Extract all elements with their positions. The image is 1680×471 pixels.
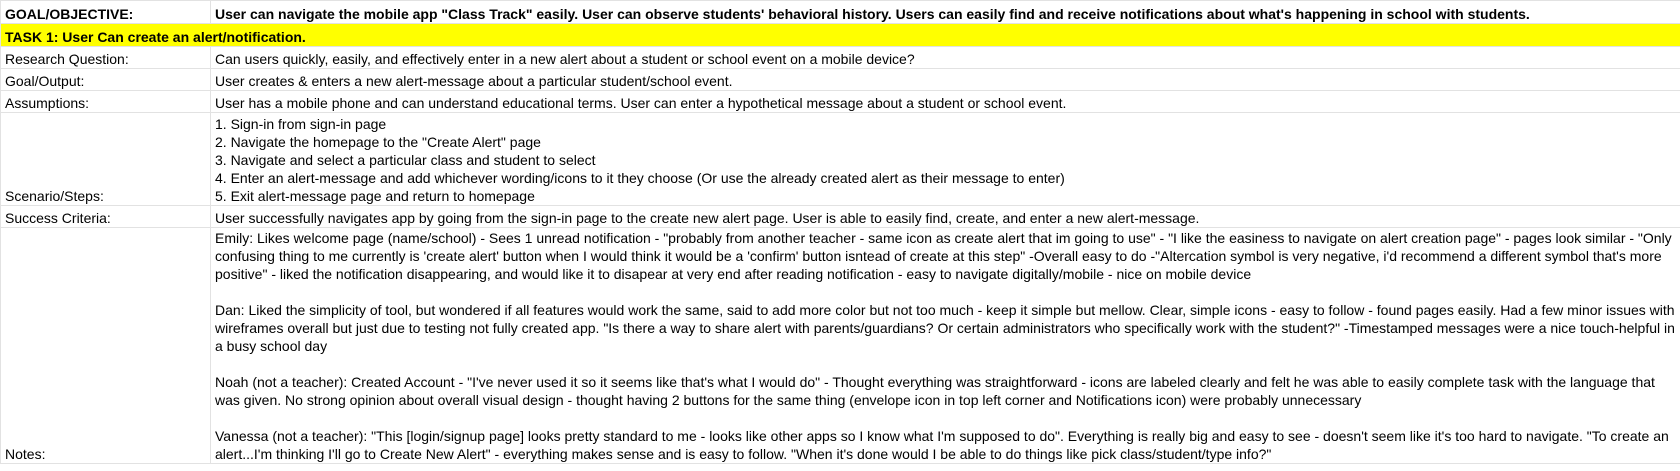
goal-output-row: Goal/Output: User creates & enters a new… [0,68,1680,91]
spreadsheet-table: GOAL/OBJECTIVE: User can navigate the mo… [0,0,1680,464]
task-row: TASK 1: User Can create an alert/notific… [0,23,1680,47]
assumptions-value-cell[interactable]: User has a mobile phone and can understa… [210,90,1680,113]
note-entry-emily: Emily: Likes welcome page (name/school) … [215,230,1672,282]
note-entry-noah: Noah (not a teacher): Created Account - … [215,374,1655,408]
scenario-label-cell[interactable]: Scenario/Steps: [0,112,211,206]
notes-row: Notes: Emily: Likes welcome page (name/s… [0,227,1680,464]
task-title-cell[interactable]: TASK 1: User Can create an alert/notific… [0,23,1680,47]
note-entry-dan: Dan: Liked the simplicity of tool, but w… [215,302,1675,354]
success-value-cell[interactable]: User successfully navigates app by going… [210,205,1680,228]
scenario-value-cell[interactable]: 1. Sign-in from sign-in page 2. Navigate… [210,112,1680,206]
note-spacer [215,283,1676,301]
success-label-cell[interactable]: Success Criteria: [0,205,211,228]
scenario-row: Scenario/Steps: 1. Sign-in from sign-in … [0,112,1680,206]
scenario-step: 2. Navigate the homepage to the "Create … [215,134,541,150]
goal-text-cell[interactable]: User can navigate the mobile app "Class … [210,0,1680,24]
goal-output-label-cell[interactable]: Goal/Output: [0,68,211,91]
note-spacer [215,355,1676,373]
assumptions-label-cell[interactable]: Assumptions: [0,90,211,113]
notes-label-cell[interactable]: Notes: [0,227,211,464]
success-row: Success Criteria: User successfully navi… [0,205,1680,228]
scenario-step: 1. Sign-in from sign-in page [215,116,387,132]
goal-output-value-cell[interactable]: User creates & enters a new alert-messag… [210,68,1680,91]
notes-value-cell[interactable]: Emily: Likes welcome page (name/school) … [210,227,1680,464]
note-spacer [215,409,1676,427]
research-value-cell[interactable]: Can users quickly, easily, and effective… [210,46,1680,69]
scenario-step: 4. Enter an alert-message and add whiche… [215,170,1065,186]
research-label-cell[interactable]: Research Question: [0,46,211,69]
scenario-step: 5. Exit alert-message page and return to… [215,188,535,204]
research-row: Research Question: Can users quickly, ea… [0,46,1680,69]
goal-row: GOAL/OBJECTIVE: User can navigate the mo… [0,0,1680,24]
goal-label-cell[interactable]: GOAL/OBJECTIVE: [0,0,211,24]
assumptions-row: Assumptions: User has a mobile phone and… [0,90,1680,113]
scenario-step: 3. Navigate and select a particular clas… [215,152,596,168]
note-entry-vanessa: Vanessa (not a teacher): "This [login/si… [215,428,1669,462]
